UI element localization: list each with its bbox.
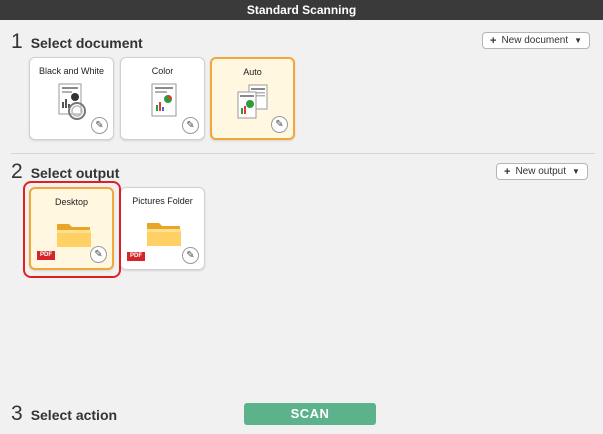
window-title: Standard Scanning: [0, 0, 603, 20]
card-label: Auto: [243, 67, 262, 77]
step-label: Select document: [30, 35, 143, 51]
step-label: Select output: [30, 165, 120, 181]
chevron-down-icon: ▼: [572, 167, 580, 176]
black-and-white-document-icon: [58, 83, 86, 120]
card-label: Color: [151, 66, 174, 76]
select-document-heading: 1 Select document: [11, 30, 143, 54]
plus-icon: +: [504, 165, 511, 178]
selection-highlight: [23, 181, 121, 278]
new-output-label: New output: [515, 166, 567, 177]
auto-document-icon: [237, 84, 268, 119]
document-card-color[interactable]: Color ✎: [120, 57, 205, 140]
scanner-window: Standard Scanning 1 Select document + Ne…: [0, 0, 603, 434]
pencil-icon[interactable]: ✎: [91, 117, 108, 134]
pencil-icon[interactable]: ✎: [182, 117, 199, 134]
chevron-down-icon: ▼: [574, 36, 583, 45]
card-label: Pictures Folder: [132, 196, 193, 206]
pencil-icon[interactable]: ✎: [271, 116, 288, 133]
step-number: 1: [11, 30, 23, 53]
pdf-badge: PDF: [127, 252, 145, 261]
folder-icon: [147, 223, 181, 246]
new-output-button[interactable]: + New output ▼: [496, 163, 588, 180]
color-document-icon: [151, 83, 177, 117]
plus-icon: +: [490, 34, 497, 47]
step-number: 3: [11, 402, 23, 425]
new-document-button[interactable]: + New document ▼: [482, 32, 591, 49]
document-card-black-and-white[interactable]: Black and White ✎: [29, 57, 114, 140]
step-label: Select action: [30, 407, 118, 423]
new-document-label: New document: [501, 35, 569, 46]
document-card-auto[interactable]: Auto ✎: [210, 57, 295, 140]
select-action-heading: 3 Select action: [11, 402, 117, 426]
step-number: 2: [11, 160, 23, 183]
card-label: Black and White: [38, 66, 105, 76]
pencil-icon[interactable]: ✎: [182, 247, 199, 264]
output-card-pictures-folder[interactable]: Pictures Folder PDF ✎: [120, 187, 205, 270]
section-divider: [11, 153, 595, 154]
scan-button[interactable]: SCAN: [244, 403, 376, 425]
